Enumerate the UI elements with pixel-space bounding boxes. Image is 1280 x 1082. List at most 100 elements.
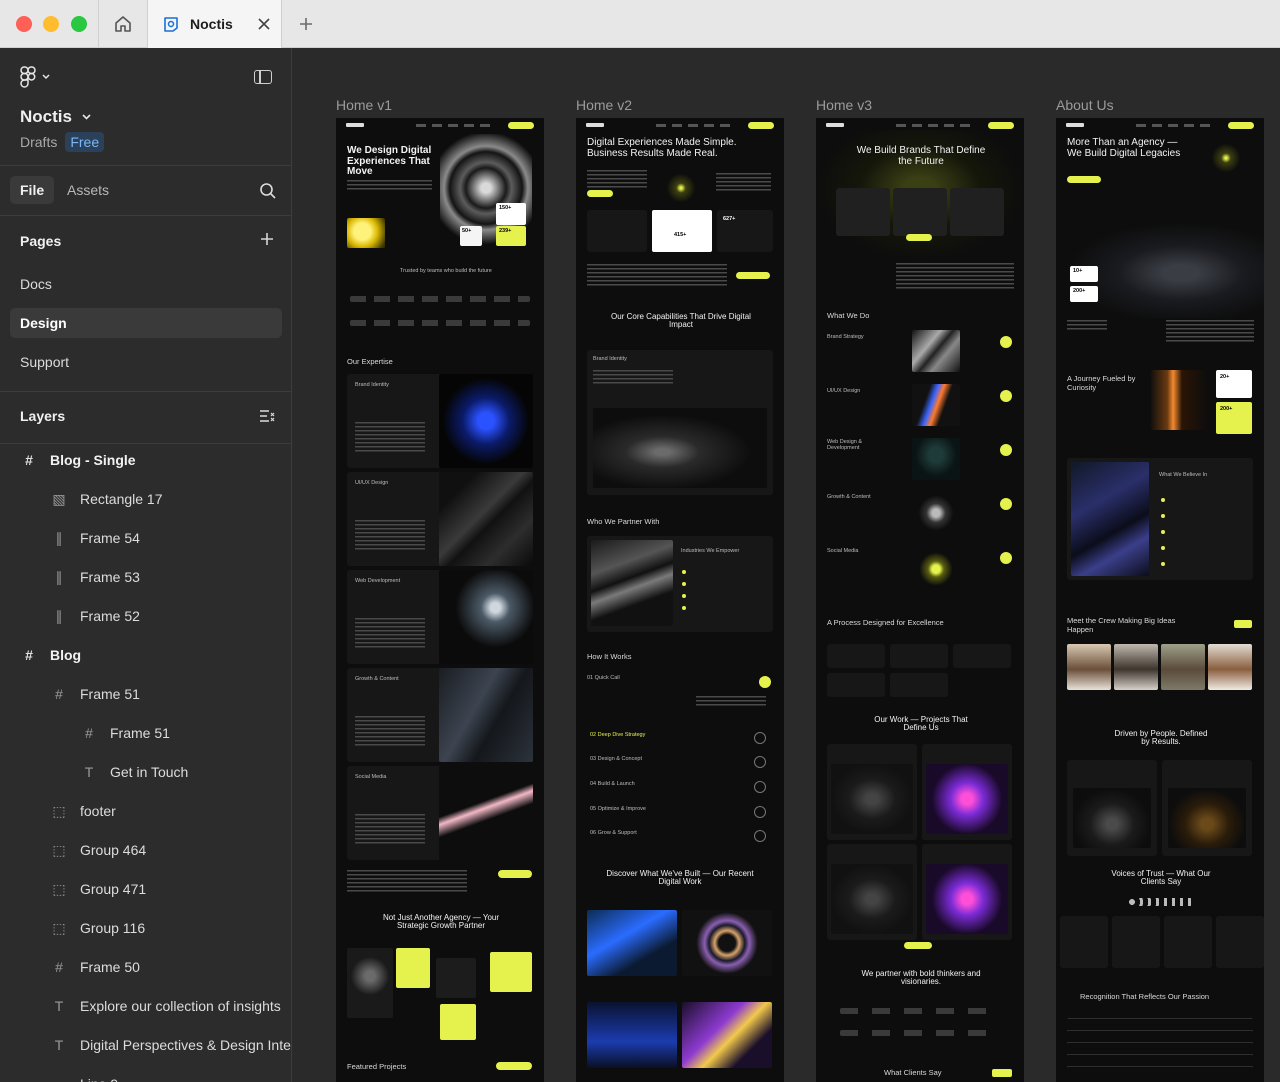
minimize-window-button[interactable]: [43, 16, 59, 32]
search-icon[interactable]: [259, 182, 277, 200]
layer-row[interactable]: # Frame 51: [0, 716, 291, 750]
chevron-down-icon: [82, 114, 91, 120]
layer-row[interactable]: # Blog - Single: [0, 443, 291, 477]
hero-title: We Design Digital Experiences That Move: [347, 145, 432, 177]
service-title: Web Development: [355, 578, 401, 584]
expertise-title: Our Expertise: [347, 357, 393, 366]
tab-noctis[interactable]: Noctis: [148, 0, 282, 48]
frame-home-v3[interactable]: We Build Brands That Define the Future W…: [816, 118, 1024, 1082]
layer-row[interactable]: # Frame 51: [0, 677, 291, 711]
drafts-label[interactable]: Drafts: [20, 134, 57, 150]
card-title: Brand Identity: [593, 356, 627, 362]
project-name[interactable]: Noctis: [20, 107, 91, 127]
layer-row[interactable]: # Frame 50: [0, 950, 291, 984]
stat-card: 10+: [1070, 266, 1098, 282]
stat-value: 200+: [1073, 288, 1086, 294]
process-step: [827, 644, 885, 668]
logo-strip: [350, 296, 530, 302]
layer-row[interactable]: ⬚ Group 464: [0, 833, 291, 867]
service-text: [355, 716, 425, 746]
tab-file[interactable]: File: [10, 176, 55, 204]
layer-row[interactable]: ▧ Rectangle 17: [0, 482, 291, 516]
clients-title: What Clients Say: [884, 1068, 942, 1077]
layer-row[interactable]: ⬚ footer: [0, 794, 291, 828]
layer-row[interactable]: ⬚ Group 116: [0, 911, 291, 945]
layer-row[interactable]: ⬚ Group 471: [0, 872, 291, 906]
yellow-card: [440, 1004, 476, 1040]
layer-row[interactable]: T Explore our collection of insights: [0, 989, 291, 1023]
frame-home-v2[interactable]: Digital Experiences Made Simple. Busines…: [576, 118, 784, 1082]
frame-label-home-v3[interactable]: Home v3: [816, 97, 872, 113]
cta-pill: [587, 190, 613, 197]
intro-text: [896, 263, 1014, 289]
sidebar-toggle-icon[interactable]: [254, 70, 272, 84]
intro-text: [587, 264, 727, 288]
bullet: [1161, 530, 1165, 534]
testimonial-card: [1216, 916, 1264, 968]
maximize-window-button[interactable]: [71, 16, 87, 32]
text-layer-icon: T: [54, 1037, 64, 1053]
layer-row[interactable]: ∥ Frame 54: [0, 521, 291, 555]
layer-row[interactable]: # Blog: [0, 638, 291, 672]
layer-row[interactable]: ∥ Frame 52: [0, 599, 291, 633]
service-title: Brand Strategy: [827, 334, 864, 340]
driven-title: Driven by People. Defined by Results.: [1114, 729, 1208, 747]
close-window-button[interactable]: [16, 16, 32, 32]
partner-title: Who We Partner With: [587, 517, 660, 526]
journey-title: A Journey Fueled by Curiosity: [1067, 374, 1136, 392]
page-label: Docs: [20, 276, 52, 292]
page-item-docs[interactable]: Docs: [10, 269, 282, 299]
new-tab-button[interactable]: [292, 12, 320, 36]
design-canvas[interactable]: Home v1 Home v2 Home v3 About Us We Desi…: [293, 48, 1280, 1082]
service-image: [912, 546, 960, 588]
stat-card: 200+: [1216, 402, 1252, 434]
home-button[interactable]: [98, 0, 148, 48]
service-text: [355, 814, 425, 844]
projects-title: Our Work — Projects That Define Us: [874, 715, 968, 733]
tab-assets[interactable]: Assets: [67, 182, 109, 198]
service-card: Social Media: [347, 766, 533, 860]
mini-navbar: [826, 122, 1014, 130]
frame-label-home-v2[interactable]: Home v2: [576, 97, 632, 113]
group-layer-icon: ⬚: [52, 919, 66, 936]
layer-row[interactable]: T Get in Touch: [0, 755, 291, 789]
service-indicator: [1000, 390, 1012, 402]
project-image: [587, 1002, 677, 1068]
service-image: [439, 472, 533, 566]
add-page-icon[interactable]: [260, 232, 274, 246]
close-tab-icon[interactable]: [257, 17, 271, 31]
page-item-support[interactable]: Support: [10, 347, 282, 377]
frame-about-us[interactable]: More Than an Agency — We Build Digital L…: [1056, 118, 1264, 1082]
project-location: Drafts Free: [20, 132, 105, 152]
layer-row[interactable]: ∥ Frame 53: [0, 560, 291, 594]
layer-name: Blog: [50, 647, 82, 663]
stat-card: 50+: [460, 226, 482, 246]
frame-label-about-us[interactable]: About Us: [1056, 97, 1114, 113]
layer-name: Group 471: [80, 881, 147, 897]
card-text: [593, 370, 673, 386]
frame-label-home-v1[interactable]: Home v1: [336, 97, 392, 113]
stat-card: 239+: [496, 226, 526, 246]
cta-pill: [904, 942, 932, 949]
plan-badge[interactable]: Free: [65, 132, 105, 152]
slider-arrows: [1234, 620, 1252, 628]
step: 05 Optimize & Improve: [590, 806, 646, 812]
layer-row[interactable]: T Digital Perspectives & Design Inte: [0, 1028, 291, 1062]
layer-name: Line 9: [80, 1076, 118, 1082]
project-card: [922, 744, 1012, 840]
service-indicator: [1000, 552, 1012, 564]
capabilities-title: Our Core Capabilities That Drive Digital…: [611, 312, 751, 330]
project-image: [587, 910, 677, 976]
main-menu-button[interactable]: [20, 66, 50, 88]
service-indicator: [1000, 336, 1012, 348]
frame-home-v1[interactable]: We Design Digital Experiences That Move …: [336, 118, 544, 1082]
page-item-design[interactable]: Design: [10, 308, 282, 338]
stat-value: 20+: [1220, 374, 1230, 380]
step-indicator: [754, 781, 766, 793]
left-sidebar: Noctis Drafts Free File Assets Pages Doc…: [0, 48, 292, 1082]
page-label: Design: [20, 315, 67, 331]
bullet: [682, 582, 686, 586]
believe-image: [1071, 462, 1149, 576]
layer-row[interactable]: — Line 9: [0, 1067, 291, 1082]
collapse-layers-icon[interactable]: [259, 408, 275, 424]
